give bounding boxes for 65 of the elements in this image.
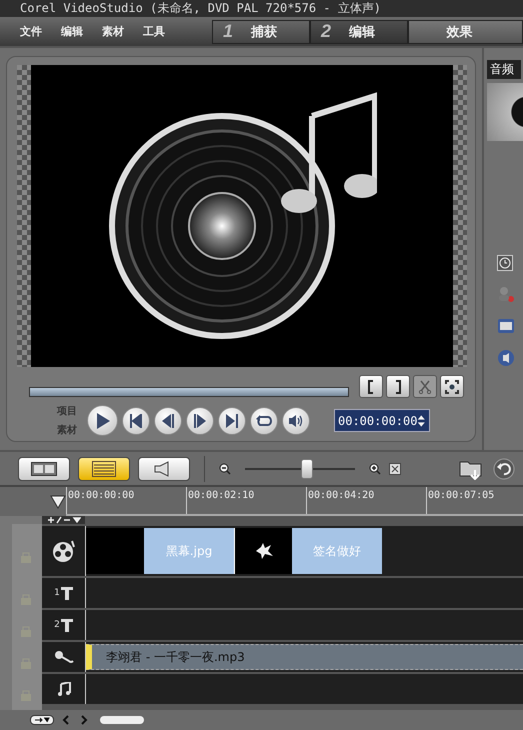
clip[interactable]: 李翊君 - 一千零一夜.mp3 xyxy=(86,644,523,670)
slider-thumb[interactable] xyxy=(300,458,312,479)
audio-thumbnail[interactable] xyxy=(487,83,523,142)
menu-item[interactable]: 文件 xyxy=(20,24,42,40)
menu-item[interactable]: 素材 xyxy=(102,24,124,40)
skip-start-icon xyxy=(130,414,142,428)
clip[interactable] xyxy=(234,528,292,574)
clip-name: 李翊君 - 一千零一夜.mp3 xyxy=(106,648,245,666)
play-button[interactable] xyxy=(87,405,118,436)
scissors-icon xyxy=(418,380,432,394)
track-number: 2 xyxy=(54,620,60,630)
clip[interactable] xyxy=(86,528,144,574)
speaker-icon[interactable] xyxy=(497,349,515,368)
view-button[interactable] xyxy=(18,456,70,481)
speaker-icon xyxy=(288,414,304,428)
music-note-icon xyxy=(56,682,70,696)
window-title: Corel VideoStudio (未命名, DVD PAL 720*576 - 立体声) xyxy=(0,0,523,17)
step-back-icon xyxy=(162,414,174,428)
title-t-icon xyxy=(60,618,73,632)
step-tab[interactable]: 2 编辑 xyxy=(310,20,408,44)
timeline-lines-icon xyxy=(92,460,116,477)
scroll-thumb[interactable] xyxy=(100,716,144,724)
repeat-button[interactable] xyxy=(250,406,278,435)
step-tab[interactable]: 效果 xyxy=(408,20,523,44)
next-frame-button[interactable] xyxy=(186,406,214,435)
step-tab[interactable]: 1 捕获 xyxy=(212,20,310,44)
ruler-label: 00:00:07:05 xyxy=(426,487,523,514)
filmstrip-icon xyxy=(31,462,57,476)
fit-icon[interactable] xyxy=(389,462,401,475)
playhead-icon[interactable] xyxy=(50,495,66,510)
menu-item[interactable]: 工具 xyxy=(143,24,165,40)
mark-out-button[interactable] xyxy=(386,375,410,398)
title-t-icon xyxy=(60,586,73,600)
microphone-icon xyxy=(54,650,74,664)
undo-icon[interactable] xyxy=(493,458,515,480)
fullscreen-button[interactable] xyxy=(440,375,464,398)
clip-name: 黑幕.jpg xyxy=(166,542,212,560)
step-forward-icon xyxy=(194,414,206,428)
menu-item[interactable]: 编辑 xyxy=(61,24,83,40)
skip-end-icon xyxy=(226,414,238,428)
timecode-field[interactable]: 00:00:00:00 xyxy=(334,409,430,432)
repeat-icon xyxy=(256,414,272,428)
scrub-bar[interactable] xyxy=(29,387,349,398)
previous-frame-button[interactable] xyxy=(154,406,182,435)
zoom-in-icon[interactable] xyxy=(369,462,381,475)
zoom-out-icon[interactable] xyxy=(219,462,231,475)
mark-in-button[interactable] xyxy=(359,375,383,398)
go-to-end-button[interactable] xyxy=(218,406,246,435)
fullscreen-icon xyxy=(445,380,459,394)
film-reel-icon xyxy=(52,539,76,564)
track-options-icon[interactable] xyxy=(30,715,54,726)
clock-icon[interactable] xyxy=(497,255,513,272)
library-title: 音频 xyxy=(487,60,521,80)
volume-button[interactable] xyxy=(282,406,310,435)
ruler-label: 00:00:00:00 xyxy=(66,487,186,514)
view-button[interactable] xyxy=(138,456,190,481)
stage-icon[interactable] xyxy=(497,317,515,336)
go-to-start-button[interactable] xyxy=(122,406,150,435)
timecode-text: 00:00:00:00 xyxy=(338,414,418,428)
view-button[interactable] xyxy=(78,456,130,481)
ruler-label: 00:00:02:10 xyxy=(186,487,306,514)
play-icon xyxy=(96,412,110,429)
clip-name: 签名做好 xyxy=(313,542,361,560)
ruler-label: 00:00:04:20 xyxy=(306,487,426,514)
track-number: 1 xyxy=(54,588,60,598)
